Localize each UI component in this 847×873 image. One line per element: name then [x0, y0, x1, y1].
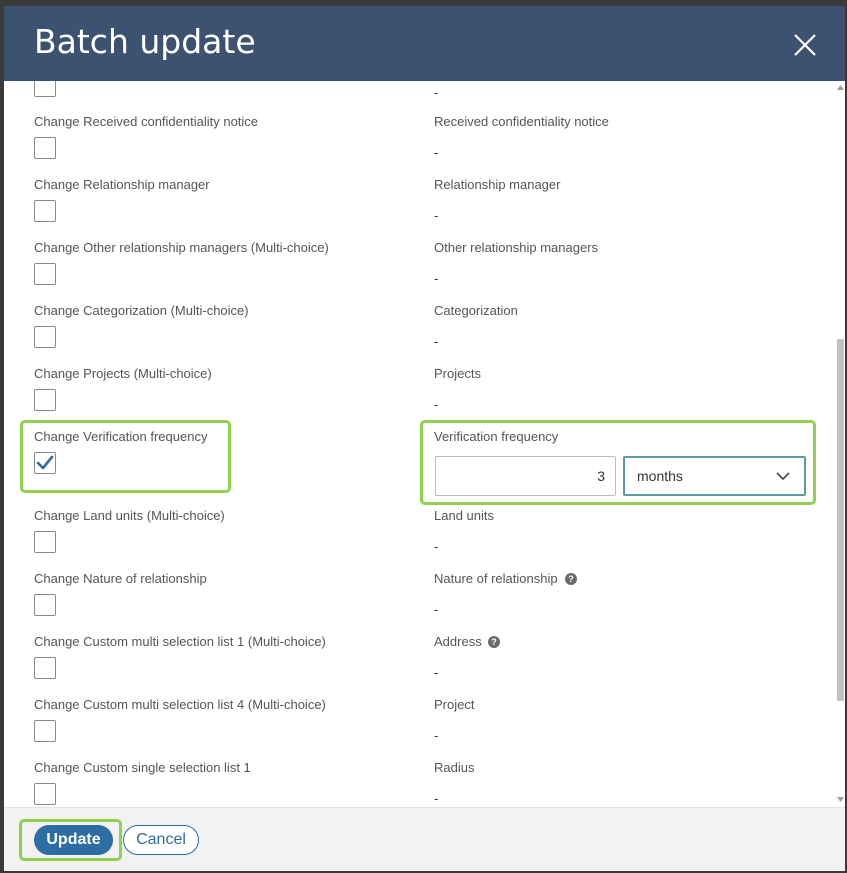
change-custom-single-selection-list-1-label: Change Custom single selection list 1: [34, 760, 251, 775]
checkbox-other-relationship-managers[interactable]: [34, 263, 56, 285]
checkbox-nature-of-relationship[interactable]: [34, 594, 56, 616]
checkbox-verification-frequency[interactable]: [34, 452, 56, 474]
change-nature-of-relationship-label: Change Nature of relationship: [34, 571, 207, 586]
field-value: -: [434, 334, 439, 349]
checkbox-custom-multi-selection-list-4[interactable]: [34, 720, 56, 742]
field-value: -: [434, 145, 439, 160]
scrollbar-thumb[interactable]: [837, 339, 844, 701]
modal-title: Batch update: [34, 22, 256, 61]
field-value: -: [434, 728, 439, 743]
checkbox-relationship-manager[interactable]: [34, 200, 56, 222]
question-circle-icon[interactable]: ?: [565, 573, 577, 585]
categorization-label: Categorization: [434, 303, 518, 318]
verification-frequency-unit-select[interactable]: months: [623, 456, 806, 496]
address-label: Address: [434, 634, 482, 649]
change-verification-frequency-label: Change Verification frequency: [34, 429, 208, 444]
scroll-down-icon[interactable]: [837, 797, 844, 802]
field-value: -: [434, 85, 439, 100]
update-button[interactable]: Update: [34, 825, 113, 855]
checkbox-received-confidentiality-notice[interactable]: [34, 137, 56, 159]
checkbox-projects[interactable]: [34, 389, 56, 411]
field-value: -: [434, 208, 439, 223]
checkmark-icon: [36, 455, 54, 470]
change-land-units-label: Change Land units (Multi-choice): [34, 508, 225, 523]
checkbox-custom-single-selection-list-1[interactable]: [34, 783, 56, 805]
project-label: Project: [434, 697, 475, 712]
select-value: months: [637, 468, 683, 484]
checkbox-custom-multi-selection-list-1[interactable]: [34, 657, 56, 679]
cancel-button[interactable]: Cancel: [123, 825, 199, 855]
projects-label: Projects: [434, 366, 481, 381]
close-button[interactable]: [790, 30, 820, 60]
checkbox-row-0[interactable]: [34, 81, 56, 97]
close-icon: [794, 34, 816, 56]
checkbox-categorization[interactable]: [34, 326, 56, 348]
field-value: -: [434, 539, 439, 554]
land-units-label: Land units: [434, 508, 494, 523]
other-relationship-managers-label: Other relationship managers: [434, 240, 599, 255]
change-projects-label: Change Projects (Multi-choice): [34, 366, 212, 381]
field-value: -: [434, 665, 439, 680]
modal-body[interactable]: - Change Received confidentiality notice…: [4, 81, 845, 807]
modal-header: Batch update: [4, 6, 845, 81]
scroll-up-icon[interactable]: [837, 85, 844, 90]
checkbox-land-units[interactable]: [34, 531, 56, 553]
verification-frequency-label: Verification frequency: [434, 429, 559, 444]
received-confidentiality-notice-label: Received confidentiality notice: [434, 114, 609, 129]
field-value: -: [434, 602, 439, 617]
change-received-confidentiality-notice-label: Change Received confidentiality notice: [34, 114, 259, 129]
field-value: -: [434, 791, 439, 806]
change-relationship-manager-label: Change Relationship manager: [34, 177, 210, 192]
field-value: -: [434, 397, 439, 412]
field-value: -: [434, 271, 439, 286]
chevron-down-icon: [776, 472, 790, 481]
change-categorization-label: Change Categorization (Multi-choice): [34, 303, 249, 318]
modal-footer: Update Cancel: [4, 807, 845, 871]
verification-frequency-input[interactable]: [435, 456, 616, 496]
nature-of-relationship-label: Nature of relationship: [434, 571, 558, 586]
change-custom-multi-selection-list-1-label: Change Custom multi selection list 1 (Mu…: [34, 634, 326, 649]
change-other-relationship-managers-label: Change Other relationship managers (Mult…: [34, 240, 329, 255]
change-custom-multi-selection-list-4-label: Change Custom multi selection list 4 (Mu…: [34, 697, 326, 712]
question-circle-icon[interactable]: ?: [488, 636, 500, 648]
radius-label: Radius: [434, 760, 475, 775]
relationship-manager-label: Relationship manager: [434, 177, 561, 192]
batch-update-modal: Batch update - Change Received confident…: [4, 6, 845, 871]
